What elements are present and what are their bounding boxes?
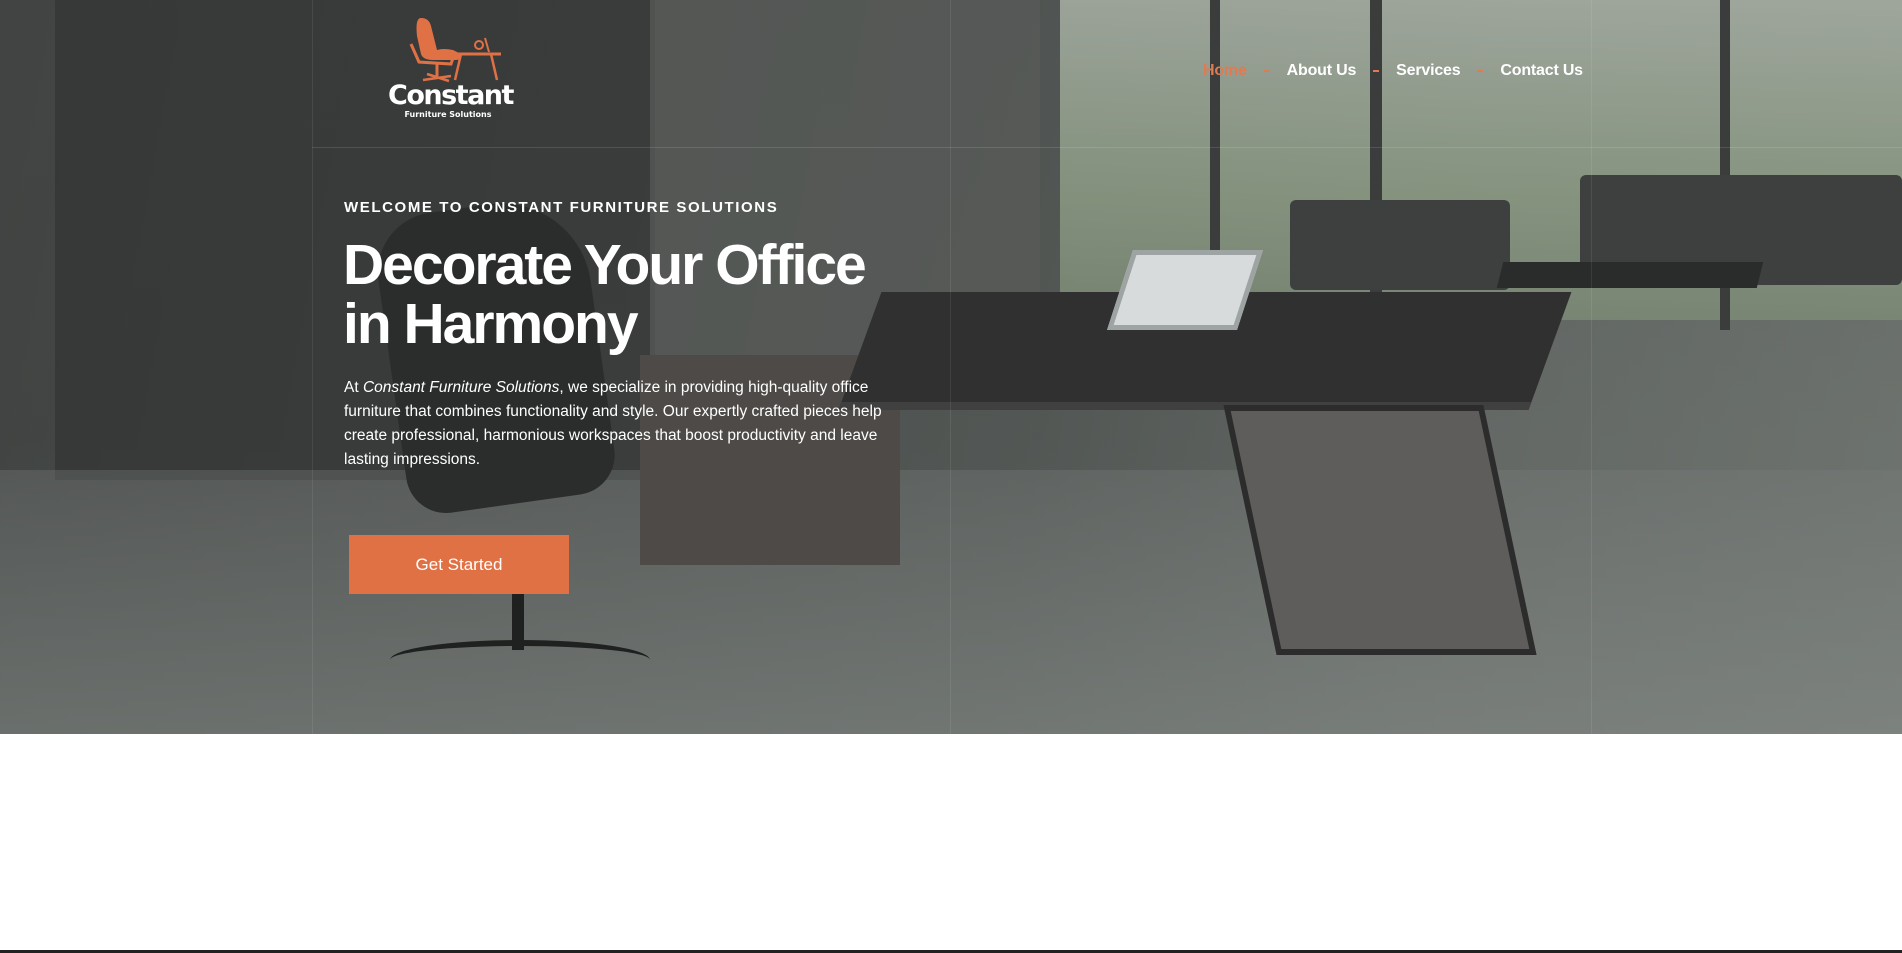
hero-headline: Decorate Your Office in Harmony [343, 236, 963, 354]
hero-description: At Constant Furniture Solutions, we spec… [344, 376, 924, 472]
nav-contact-link[interactable]: Contact Us [1500, 62, 1583, 80]
header-divider [312, 147, 1902, 148]
nav-separator [1477, 70, 1484, 72]
nav-home-link[interactable]: Home [1203, 62, 1247, 80]
get-started-button[interactable]: Get Started [349, 535, 569, 594]
brand-tagline: Furniture Solutions [404, 110, 492, 119]
chair-desk-logo-icon [409, 18, 501, 83]
grid-line [950, 0, 951, 734]
hero-eyebrow: WELCOME TO CONSTANT FURNITURE SOLUTIONS [344, 199, 779, 216]
brand-name: Constant [388, 80, 514, 111]
grid-line [312, 0, 313, 734]
hero-headline-line1: Decorate Your Office [343, 233, 867, 297]
nav-services-link[interactable]: Services [1396, 62, 1460, 80]
laptop-graphic [1107, 250, 1263, 330]
chair-base-graphic [390, 640, 650, 680]
floor-graphic [0, 470, 1902, 734]
hero-section: Constant Furniture Solutions Home About … [0, 0, 1902, 734]
brand-logo[interactable]: Constant Furniture Solutions [388, 14, 514, 119]
nav-separator [1373, 70, 1380, 72]
armchair-graphic [1290, 200, 1510, 290]
hero-headline-line2: in Harmony [343, 292, 639, 356]
hero-desc-prefix: At [344, 379, 363, 396]
grid-line [1591, 0, 1592, 734]
nav-about-link[interactable]: About Us [1287, 62, 1357, 80]
main-nav: Home About Us Services Contact Us [1203, 62, 1583, 80]
nav-separator [1263, 70, 1270, 72]
hero-desc-company: Constant Furniture Solutions [362, 379, 560, 396]
coffee-table-graphic [1496, 262, 1764, 288]
desk-leg-graphic [1223, 405, 1537, 655]
